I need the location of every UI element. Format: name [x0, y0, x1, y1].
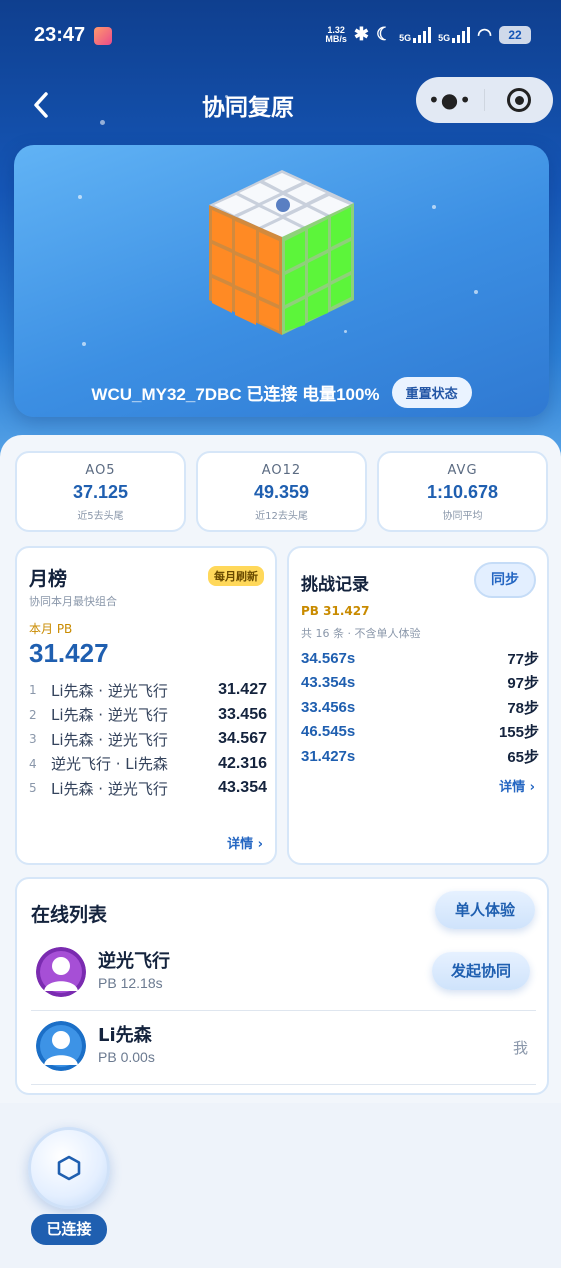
app-notification-icon — [94, 27, 112, 45]
challenge-record-list: 34.567s 77步 43.354s 97步 33.456s 78步 46.545s… — [301, 646, 539, 769]
rank-row: 5 Li先森 · 逆光飞行 43.354 — [29, 779, 267, 798]
monthly-detail-link[interactable]: 详情 › — [227, 833, 263, 852]
user-name: Li先森 — [98, 1025, 152, 1046]
monthly-title: 月榜 — [29, 568, 68, 590]
stat-ao5: AO5 37.125 近5去头尾 — [15, 451, 186, 532]
user-avatar — [36, 1021, 86, 1071]
signal-icon: 5G — [399, 26, 432, 43]
wifi-icon: ◠ — [477, 24, 492, 44]
signal-icon-2: 5G — [438, 26, 471, 43]
cube-status-card: WCU_MY32_7DBC 已连接 电量100% 重置状态 — [14, 145, 549, 417]
rank-row: 3 Li先森 · 逆光飞行 34.567 — [29, 730, 267, 749]
online-list-card: 在线列表 单人体验 逆光飞行 PB 12.18s 发起协同 Li先森 PB 0.… — [15, 877, 549, 1095]
monthly-rank-list: 1 Li先森 · 逆光飞行 31.427 2 Li先森 · 逆光飞行 33.456 3L… — [29, 678, 267, 801]
connection-button[interactable] — [28, 1127, 110, 1209]
monthly-description: 协同本月最快组合 — [29, 595, 117, 608]
battery-icon: 22 — [499, 25, 531, 44]
solo-experience-button[interactable]: 单人体验 — [435, 891, 535, 929]
device-connection-status: WCU_MY32_7DBC 已连接 电量100% — [91, 385, 380, 404]
user-pb: PB 12.18s — [98, 975, 163, 991]
self-tag: 我 — [512, 1039, 528, 1057]
challenge-detail-link[interactable]: 详情 › — [499, 776, 535, 795]
challenge-records-card: 挑战记录 同步 PB 31.427 共 16 条 · 不含单人体验 34.567… — [287, 546, 549, 865]
challenge-title: 挑战记录 — [301, 575, 369, 595]
target-icon — [507, 88, 531, 112]
online-user-row: Li先森 PB 0.00s 我 — [31, 1013, 536, 1085]
rank-row: 2 Li先森 · 逆光飞行 33.456 — [29, 705, 267, 725]
network-rate: 1.32 MB/s — [325, 24, 347, 44]
record-row[interactable]: 46.545s 155步 — [301, 720, 539, 745]
user-pb: PB 0.00s — [98, 1049, 155, 1065]
monthly-leaderboard-card: 月榜 每月刷新 协同本月最快组合 本月 PB 31.427 1 Li先森 · 逆光… — [15, 546, 277, 865]
user-avatar — [36, 947, 86, 997]
record-row[interactable]: 31.427s 65步 — [301, 744, 539, 769]
user-name: 逆光飞行 — [98, 951, 170, 972]
record-row[interactable]: 34.567s 77步 — [301, 646, 539, 671]
monthly-pb-label: 本月 PB — [29, 622, 73, 636]
reset-state-button[interactable]: 重置状态 — [391, 377, 472, 408]
status-bar: 23:47 1.32 MB/s ✱ ☾ 5G 5G ◠ 22 — [0, 0, 561, 70]
status-time: 23:47 — [34, 24, 86, 46]
challenge-pb: PB 31.427 — [301, 604, 370, 618]
sync-button[interactable]: 同步 — [474, 562, 536, 598]
more-options-button[interactable]: •●• — [416, 88, 484, 112]
stat-ao12: AO12 49.359 近12去头尾 — [196, 451, 367, 532]
do-not-disturb-icon: ☾ — [375, 24, 393, 44]
record-row[interactable]: 43.354s 97步 — [301, 671, 539, 696]
start-collab-button[interactable]: 发起协同 — [432, 952, 530, 990]
bluetooth-icon: ✱ — [353, 24, 369, 44]
rank-row: 4 逆光飞行 · Li先森 42.316 — [29, 754, 267, 774]
connection-status-label: 已连接 — [31, 1214, 107, 1245]
monthly-refresh-badge: 每月刷新 — [208, 566, 264, 586]
online-user-row: 逆光飞行 PB 12.18s 发起协同 — [31, 939, 536, 1011]
challenge-count: 共 16 条 · 不含单人体验 — [301, 627, 421, 640]
record-row[interactable]: 33.456s 78步 — [301, 695, 539, 720]
miniprogram-capsule: •●• — [416, 77, 553, 123]
hexagon-icon — [57, 1155, 81, 1181]
rank-row: 1 Li先森 · 逆光飞行 31.427 — [29, 681, 267, 700]
cube-3d-illustration — [209, 170, 354, 335]
monthly-pb-value: 31.427 — [29, 638, 109, 668]
online-list-title: 在线列表 — [31, 904, 108, 926]
close-miniprogram-button[interactable] — [485, 88, 553, 112]
stat-avg: AVG 1:10.678 协同平均 — [377, 451, 548, 532]
